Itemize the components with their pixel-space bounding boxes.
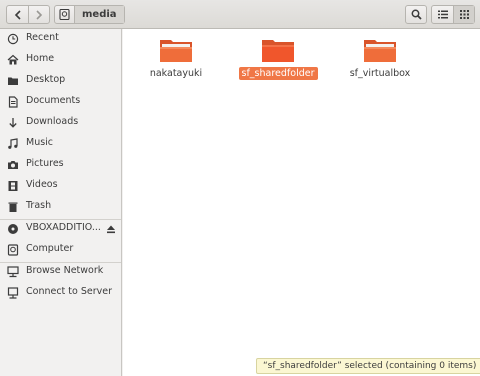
forward-button[interactable] [28,6,49,23]
selection-status: “sf_sharedfolder” selected (containing 0… [256,358,480,374]
file-view[interactable]: nakatayuki sf_sharedfolder sf_virtualbox [123,29,480,376]
sidebar-item-label: Videos [26,179,58,190]
folder-item-sf-sharedfolder[interactable]: sf_sharedfolder [233,37,323,82]
sidebar: Recent Home Desktop Documents Downloads … [0,29,122,376]
sidebar-item-label: Recent [26,32,59,43]
grid-view-button[interactable] [453,6,474,23]
chevron-left-icon [14,9,21,20]
film-icon [7,180,19,192]
sidebar-item-vboxadditions[interactable]: VBOXADDITIO... [0,219,121,239]
camera-icon [7,159,19,171]
sidebar-item-label: VBOXADDITIO... [26,222,101,233]
network-icon [7,266,19,278]
path-bar: media [54,5,125,24]
sidebar-item-videos[interactable]: Videos [0,176,121,196]
file-name-label: sf_sharedfolder [238,67,318,80]
file-name-label: sf_virtualbox [349,68,411,79]
sidebar-item-connect-to-server[interactable]: Connect to Server [0,283,121,303]
navigation-buttons [6,5,50,24]
list-view-button[interactable] [432,6,453,23]
folder-item-nakatayuki[interactable]: nakatayuki [131,37,221,82]
sidebar-item-label: Documents [26,95,81,106]
document-icon [7,96,19,108]
music-icon [7,138,19,150]
drive-icon [59,9,70,20]
list-icon [437,10,448,19]
drive-icon [7,244,19,256]
view-toggle [431,5,475,24]
trash-icon [7,201,19,213]
path-current-location[interactable]: media [75,6,124,23]
grid-icon [459,10,469,19]
sidebar-item-trash[interactable]: Trash [0,197,121,217]
eject-icon[interactable] [106,224,116,234]
sidebar-item-desktop[interactable]: Desktop [0,71,121,91]
folder-icon [364,40,396,62]
back-button[interactable] [7,6,28,23]
server-icon [7,287,19,299]
sidebar-item-documents[interactable]: Documents [0,92,121,112]
sidebar-item-label: Connect to Server [26,286,113,297]
folder-icon [7,75,19,87]
file-name-label: nakatayuki [149,68,203,79]
sidebar-item-recent[interactable]: Recent [0,29,121,49]
path-root-button[interactable] [55,6,75,23]
folder-icon [262,40,294,62]
sidebar-item-label: Pictures [26,158,64,169]
home-icon [7,54,19,66]
sidebar-item-pictures[interactable]: Pictures [0,155,121,175]
folder-item-sf-virtualbox[interactable]: sf_virtualbox [335,37,425,82]
sidebar-item-browse-network[interactable]: Browse Network [0,262,121,282]
sidebar-item-label: Browse Network [26,265,104,276]
disc-icon [7,223,19,235]
sidebar-item-label: Desktop [26,74,66,85]
sidebar-item-label: Home [26,53,55,64]
sidebar-item-home[interactable]: Home [0,50,121,70]
folder-icon [160,40,192,62]
sidebar-item-label: Downloads [26,116,79,127]
header-bar: media [0,0,480,29]
sidebar-item-downloads[interactable]: Downloads [0,113,121,133]
sidebar-item-label: Trash [26,200,52,211]
clock-icon [7,33,19,45]
sidebar-item-music[interactable]: Music [0,134,121,154]
search-icon [411,9,422,20]
search-button[interactable] [405,5,427,24]
sidebar-item-label: Music [26,137,54,148]
sidebar-item-computer[interactable]: Computer [0,240,121,260]
sidebar-item-label: Computer [26,243,74,254]
download-icon [7,117,19,129]
chevron-right-icon [36,9,43,20]
